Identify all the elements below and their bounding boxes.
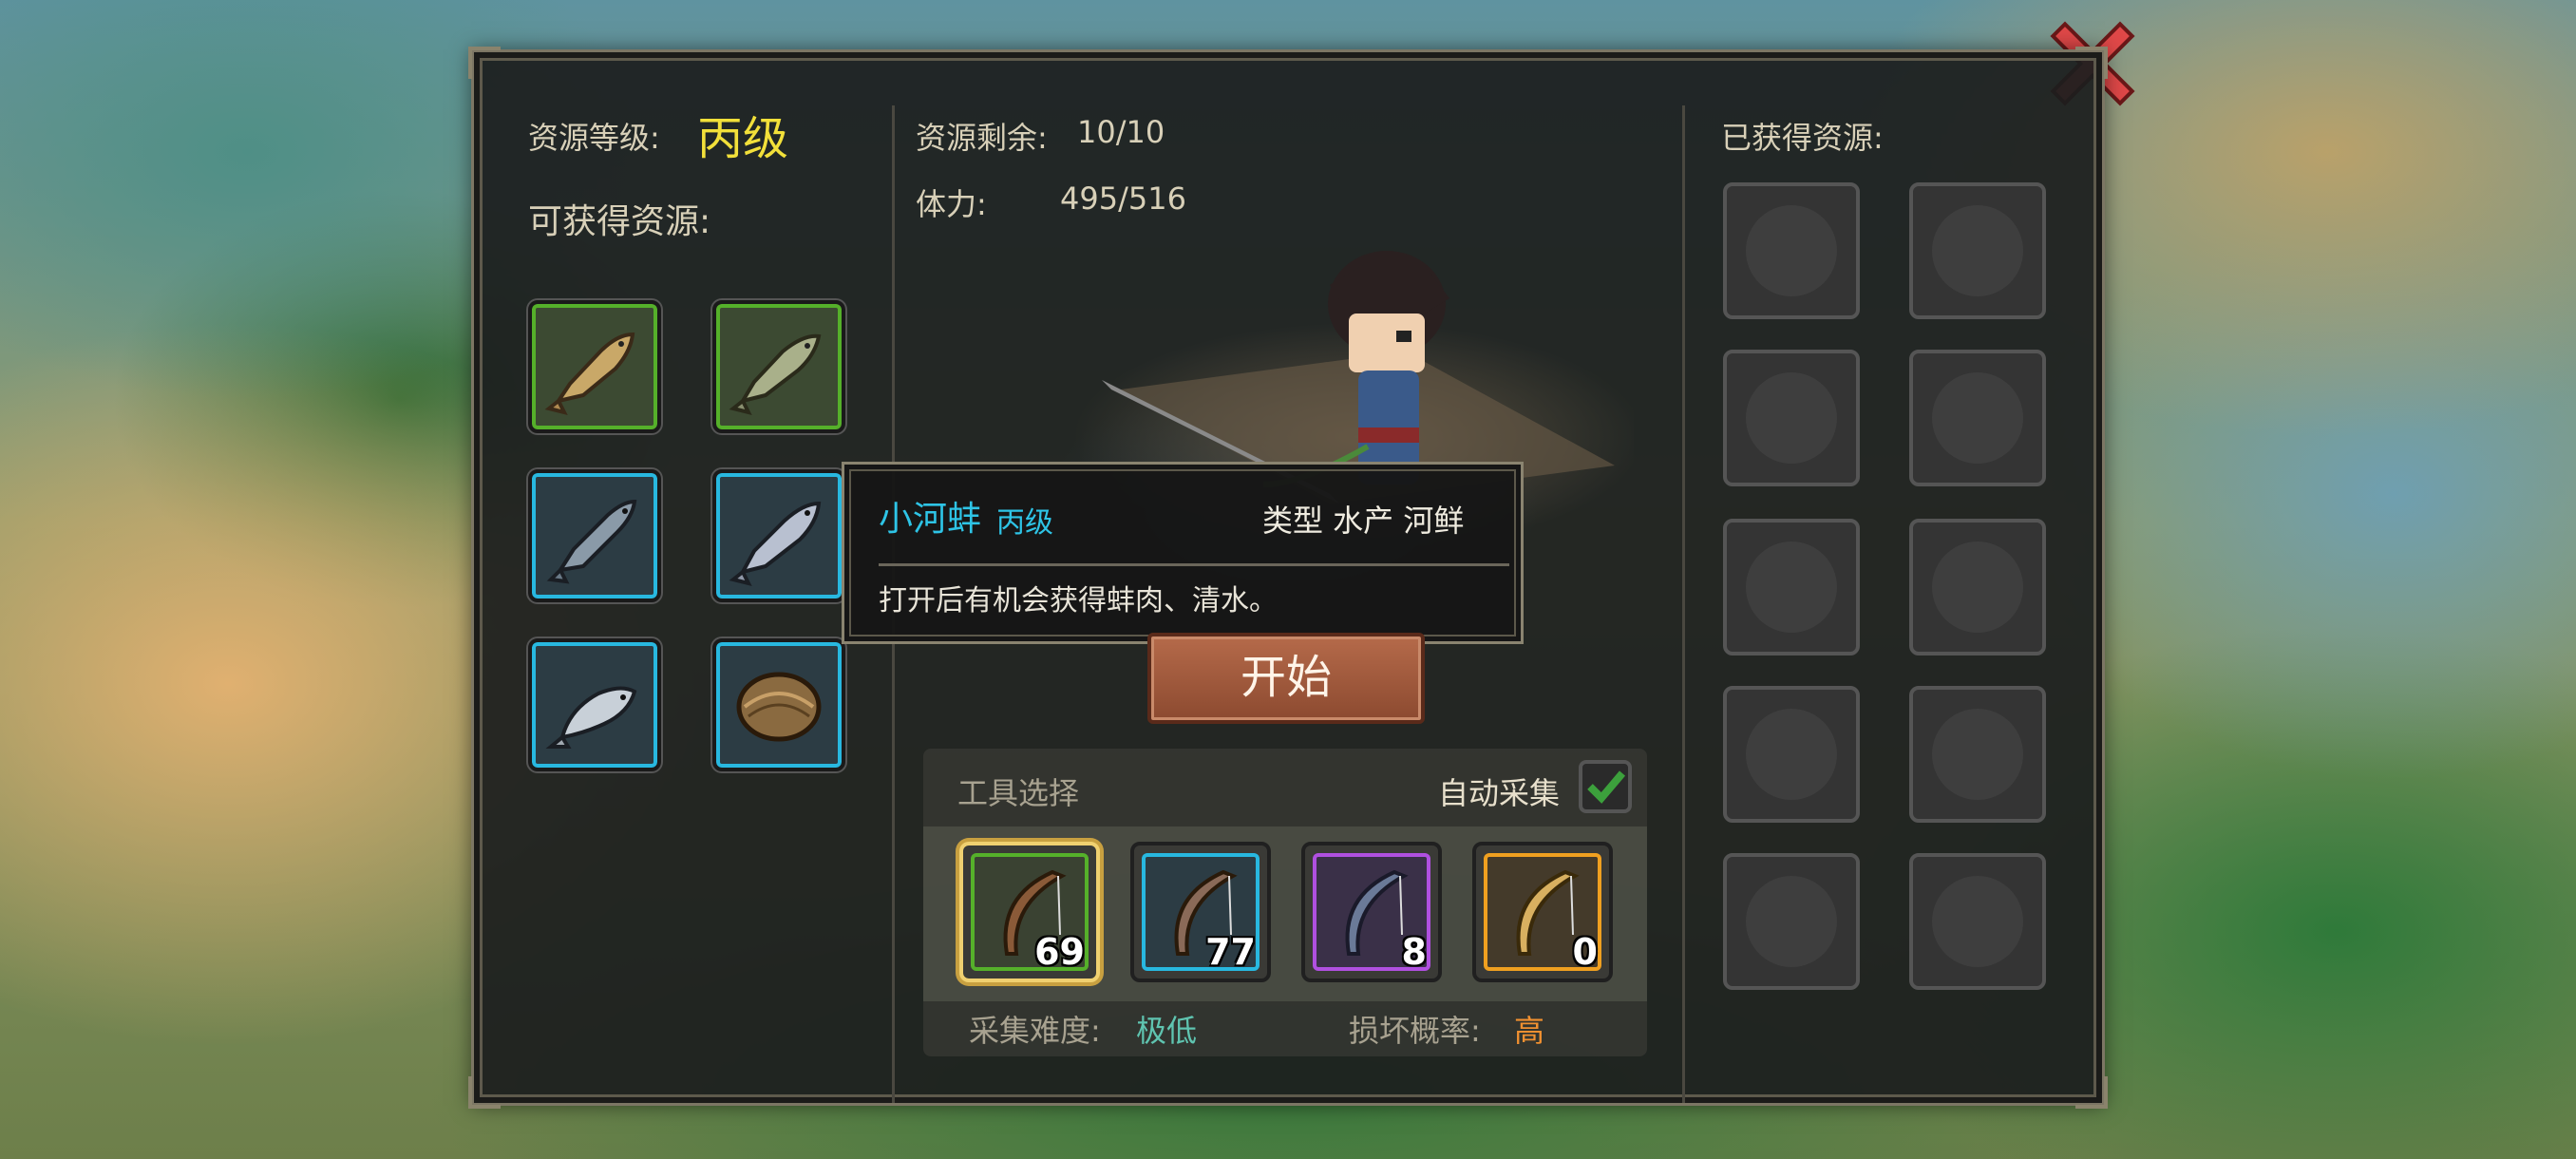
panel-corner xyxy=(468,47,501,79)
panel-corner xyxy=(2075,1076,2108,1109)
panel-corner xyxy=(468,1076,501,1109)
resource-slot[interactable] xyxy=(712,638,845,771)
fish-icon xyxy=(545,686,637,749)
resource-slot[interactable] xyxy=(528,469,661,602)
resource-slot[interactable] xyxy=(712,469,845,602)
resource-slot[interactable] xyxy=(528,300,661,433)
item-tooltip: 小河蚌 丙级 类型 水产 河鲜 打开后有机会获得蚌肉、清水。 xyxy=(842,462,1524,644)
tool-count: 69 xyxy=(1034,931,1085,973)
difficulty-value: 极低 xyxy=(1136,1013,1198,1049)
resource-slot[interactable] xyxy=(712,300,845,433)
auto-gather-checkbox[interactable] xyxy=(1579,760,1632,813)
tool-count: 8 xyxy=(1401,931,1427,973)
tooltip-type: 类型 水产 河鲜 xyxy=(1262,503,1465,539)
fish-icon xyxy=(729,333,822,415)
panel-corner xyxy=(2075,47,2108,79)
fishing-rod-tool[interactable]: 0 xyxy=(1472,842,1613,982)
remaining-value: 10/10 xyxy=(1077,114,1165,150)
fish-icon xyxy=(729,501,822,586)
obtained-slot[interactable] xyxy=(1909,350,2046,486)
obtained-slot[interactable] xyxy=(1723,350,1860,486)
grade-value: 丙级 xyxy=(697,112,789,165)
obtained-slot[interactable] xyxy=(1723,686,1860,823)
difficulty-label: 采集难度: xyxy=(969,1013,1101,1049)
tool-count: 0 xyxy=(1572,931,1598,973)
tooltip-item-grade: 丙级 xyxy=(996,506,1053,540)
available-resources-label: 可获得资源: xyxy=(528,202,711,241)
tooltip-description: 打开后有机会获得蚌肉、清水。 xyxy=(879,584,1278,618)
fishing-rod-tool[interactable]: 8 xyxy=(1301,842,1442,982)
fishing-rod-tool[interactable]: 69 xyxy=(959,842,1100,982)
obtained-slot[interactable] xyxy=(1909,519,2046,656)
tool-count: 77 xyxy=(1205,931,1256,973)
tool-section-label: 工具选择 xyxy=(957,775,1080,811)
obtained-slot[interactable] xyxy=(1909,182,2046,319)
checkmark-icon xyxy=(1587,770,1626,804)
fishing-rod-tool[interactable]: 77 xyxy=(1130,842,1271,982)
obtained-slot[interactable] xyxy=(1723,519,1860,656)
column-divider xyxy=(1682,105,1685,1103)
resource-slot[interactable] xyxy=(528,638,661,771)
obtained-slot[interactable] xyxy=(1723,853,1860,990)
remaining-label: 资源剩余: xyxy=(916,120,1048,156)
start-button[interactable]: 开始 xyxy=(1147,633,1425,724)
fish-icon xyxy=(544,332,635,415)
damage-label: 损坏概率: xyxy=(1349,1013,1481,1049)
stamina-label: 体力: xyxy=(916,186,987,222)
grade-label: 资源等级: xyxy=(528,120,660,156)
clam-icon xyxy=(736,672,822,742)
auto-gather-label: 自动采集 xyxy=(1438,775,1561,811)
obtained-resources-label: 已获得资源: xyxy=(1721,120,1884,156)
damage-value: 高 xyxy=(1514,1013,1545,1049)
obtained-slot[interactable] xyxy=(1909,686,2046,823)
tooltip-item-name: 小河蚌 xyxy=(879,500,982,539)
obtained-slot[interactable] xyxy=(1723,182,1860,319)
fish-icon xyxy=(546,499,637,584)
obtained-slot[interactable] xyxy=(1909,853,2046,990)
tooltip-separator xyxy=(879,563,1509,566)
stamina-value: 495/516 xyxy=(1060,180,1186,217)
